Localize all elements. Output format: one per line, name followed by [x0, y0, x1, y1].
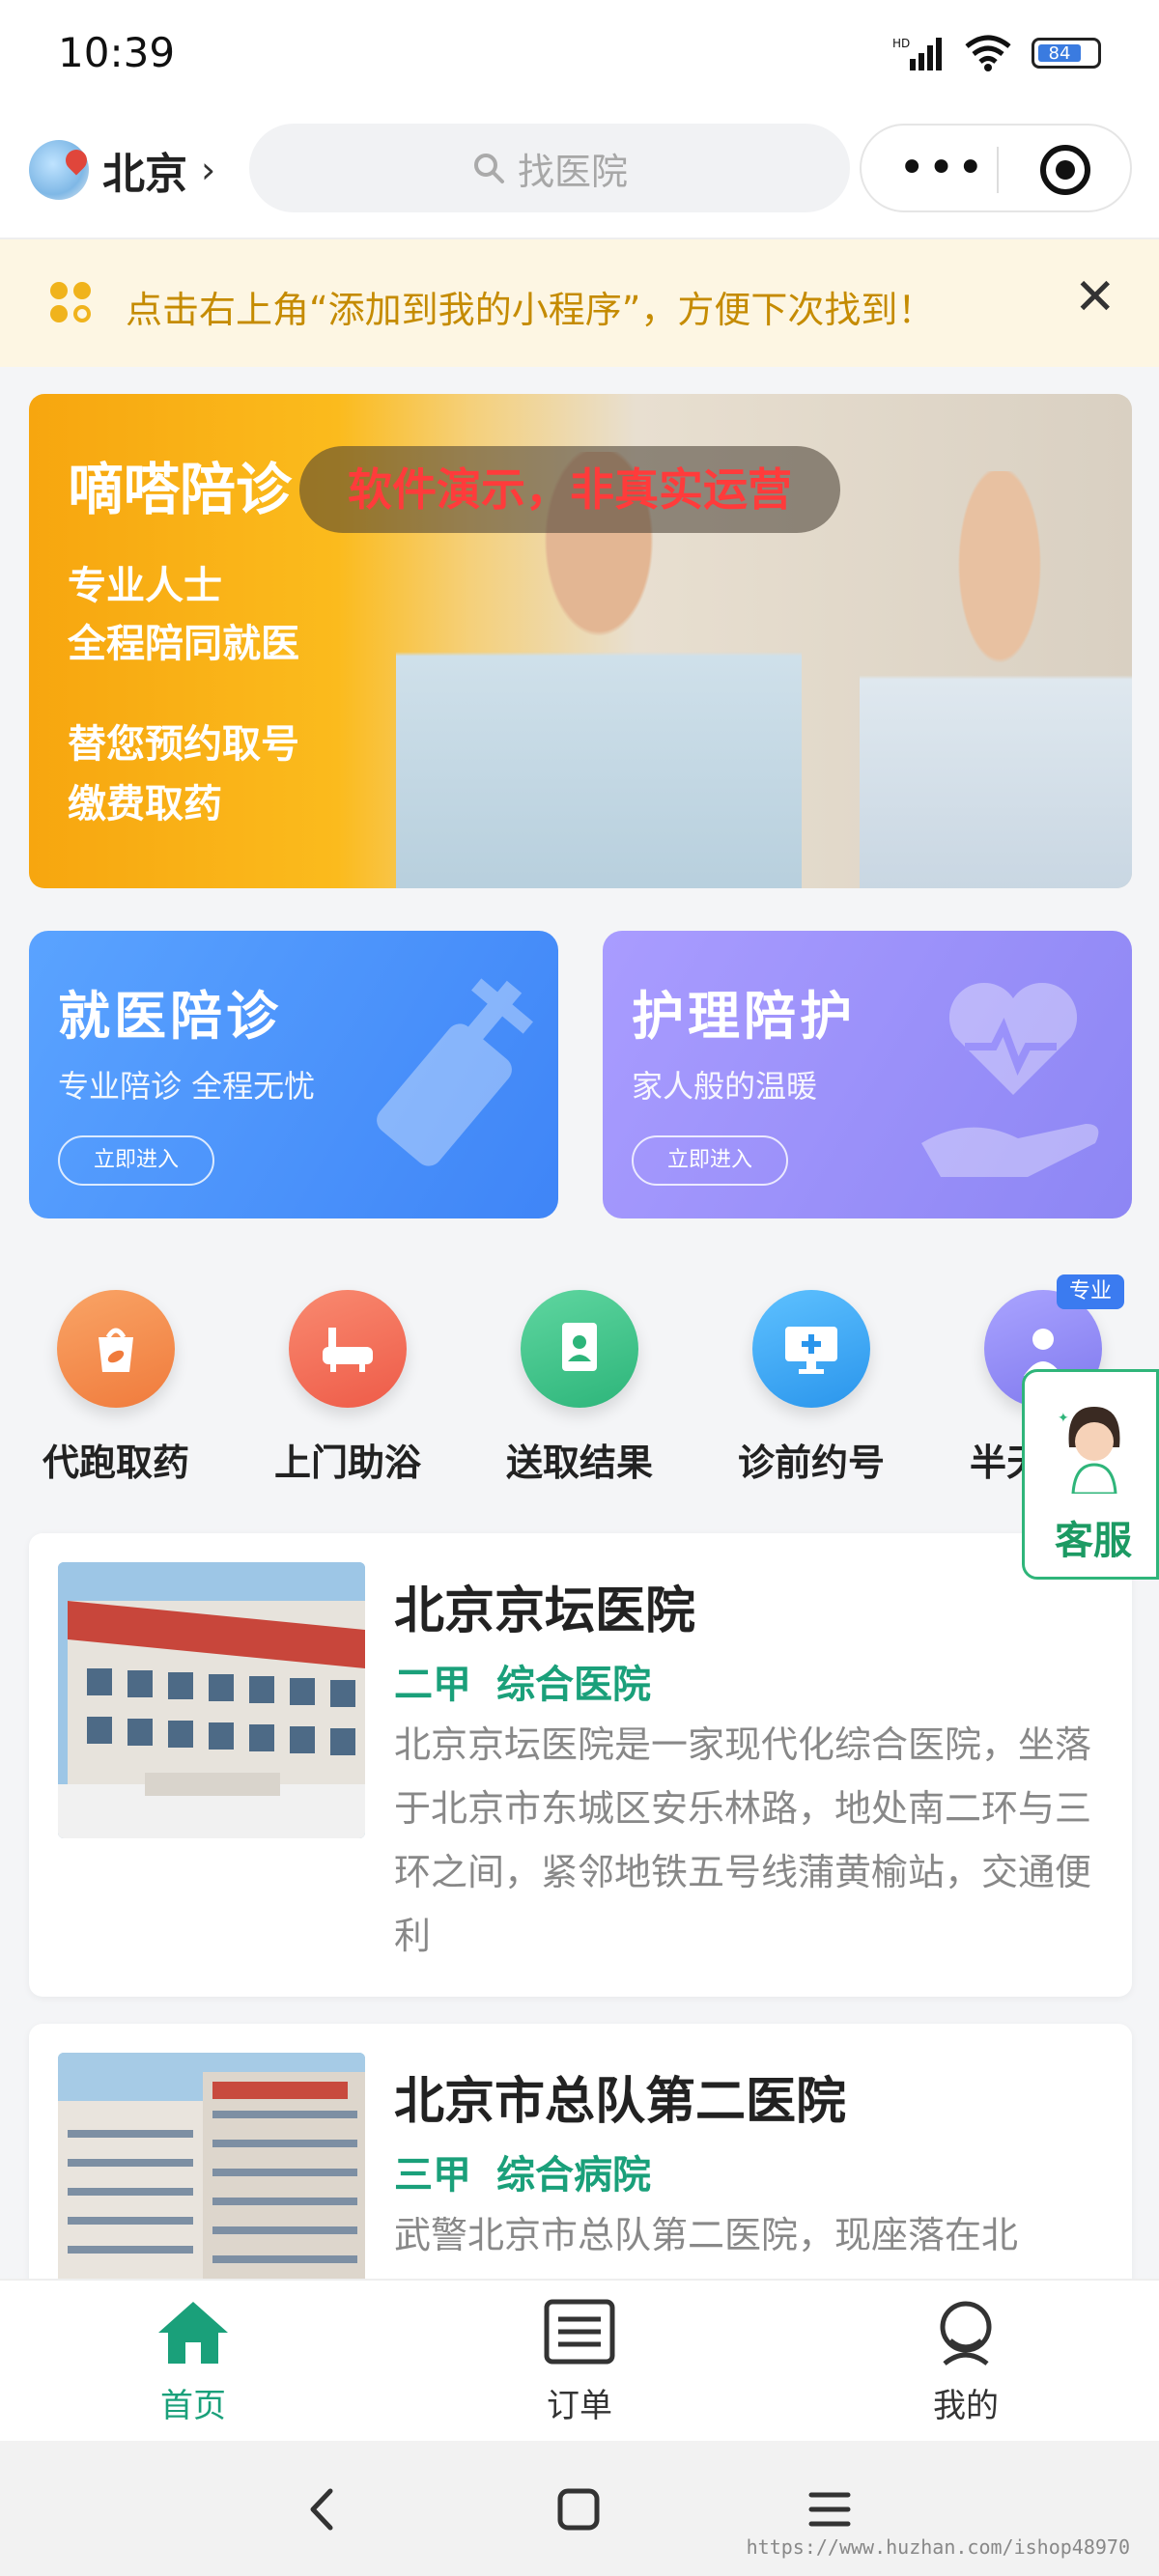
service-title: 护理陪护	[632, 986, 856, 1047]
grid-label: 代跑取药	[42, 1442, 189, 1484]
syringe-icon	[377, 978, 533, 1166]
hospital-name: 北京市总队第二医院	[394, 2073, 847, 2131]
chevron-right-icon: ›	[201, 149, 216, 191]
hospital-card[interactable]: 北京市总队第二医院 三甲 综合病院 武警北京市总队第二医院，现座落在北	[29, 2024, 1132, 2313]
watermark: https://www.huzhan.com/ishop48970	[746, 2535, 1130, 2559]
monitor-icon	[752, 1290, 870, 1408]
grid-item-booking[interactable]: 诊前约号	[715, 1284, 908, 1486]
profile-icon	[940, 2301, 992, 2366]
hospital-level: 二甲	[394, 1663, 471, 1707]
hospital-tags: 三甲 综合病院	[394, 2143, 651, 2199]
order-list-icon	[544, 2299, 615, 2365]
banner-title: 嘀嗒陪诊	[68, 457, 293, 522]
city-selector[interactable]: 北京 ›	[29, 139, 215, 201]
medicine-bag-icon	[57, 1290, 175, 1408]
hospital-photo	[58, 1562, 365, 1838]
signal-icon: HD	[892, 37, 942, 70]
search-placeholder: 找医院	[517, 150, 628, 193]
banner-photo-patient	[860, 471, 1132, 888]
banner-line-3: 替您预约取号	[68, 722, 299, 767]
service-card-nursing[interactable]: 护理陪护 家人般的温暖 立即进入	[603, 931, 1132, 1218]
battery-icon: 84	[1032, 38, 1101, 69]
tab-profile[interactable]: 我的	[869, 2298, 1062, 2426]
hospital-name: 北京京坛医院	[394, 1582, 696, 1640]
close-mini-program-icon[interactable]	[1040, 145, 1090, 195]
hospital-type: 综合医院	[496, 1663, 651, 1707]
hospital-tags: 二甲 综合医院	[394, 1653, 651, 1709]
status-icons: HD 84	[892, 35, 1101, 71]
tab-home[interactable]: 首页	[97, 2298, 290, 2426]
grid-item-bathing[interactable]: 上门助浴	[251, 1284, 444, 1486]
mini-program-capsule: •••	[860, 124, 1132, 212]
tab-bar: 首页 订单 我的	[0, 2279, 1159, 2441]
city-label: 北京	[102, 150, 187, 199]
promo-banner[interactable]: 嘀嗒陪诊 专业人士 全程陪同就医 替您预约取号 缴费取药 软件演示，非真实运营	[29, 394, 1132, 888]
status-bar: 10:39 HD 84	[0, 0, 1159, 116]
heart-hand-icon	[921, 982, 1099, 1177]
tab-label: 订单	[547, 2387, 612, 2425]
demo-overlay-label: 软件演示，非真实运营	[299, 446, 840, 533]
banner-line-2: 全程陪同就医	[68, 622, 299, 666]
add-to-mini-program-tip: 点击右上角“添加到我的小程序”，方便下次找到！ ✕	[0, 239, 1159, 367]
service-subtitle: 专业陪诊 全程无忧	[58, 1068, 316, 1105]
document-icon	[521, 1290, 638, 1408]
service-subtitle: 家人般的温暖	[632, 1068, 818, 1105]
customer-service-avatar-icon: ✦	[1058, 1407, 1120, 1494]
search-icon	[473, 154, 504, 183]
hospital-photo	[58, 2053, 365, 2313]
more-button[interactable]: •••	[898, 141, 986, 195]
grid-label: 上门助浴	[273, 1442, 421, 1484]
home-icon	[158, 2302, 228, 2364]
map-pin-icon	[29, 140, 92, 200]
menu-icon[interactable]	[806, 2485, 854, 2534]
tab-label: 我的	[933, 2387, 999, 2425]
svg-text:HD: HD	[892, 37, 910, 50]
banner-line-1: 专业人士	[68, 564, 222, 608]
tip-icon	[50, 282, 95, 326]
back-icon[interactable]	[299, 2485, 348, 2534]
pro-badge: 专业	[1057, 1274, 1124, 1309]
bathtub-icon	[289, 1290, 407, 1408]
wifi-icon	[965, 35, 1011, 71]
search-input[interactable]: 找医院	[249, 124, 850, 212]
grid-item-results[interactable]: 送取结果	[483, 1284, 676, 1486]
tab-orders[interactable]: 订单	[483, 2298, 676, 2426]
customer-service-button[interactable]: ✦ 客服	[1022, 1369, 1159, 1580]
hospital-type: 综合病院	[496, 2153, 651, 2198]
customer-service-label: 客服	[1055, 1519, 1132, 1563]
hospital-description: 武警北京市总队第二医院，现座落在北	[394, 2214, 1019, 2256]
enter-button[interactable]: 立即进入	[58, 1135, 214, 1186]
system-nav-bar: https://www.huzhan.com/ishop48970	[0, 2441, 1159, 2576]
grid-label: 送取结果	[505, 1442, 653, 1484]
home-square-icon[interactable]	[554, 2485, 603, 2534]
service-title: 就医陪诊	[58, 986, 282, 1047]
capsule-divider	[997, 147, 999, 193]
nav-bar: 北京 › 找医院 •••	[0, 116, 1159, 239]
svg-text:✦: ✦	[1058, 1411, 1069, 1426]
banner-line-4: 缴费取药	[68, 782, 222, 826]
battery-level: 84	[1038, 44, 1081, 64]
hospital-description: 北京京坛医院是一家现代化综合医院，坐落于北京市东城区安乐林路，地处南二环与三环之…	[394, 1723, 1092, 1957]
grid-label: 诊前约号	[737, 1442, 885, 1484]
close-icon[interactable]: ✕	[1074, 268, 1117, 326]
status-time: 10:39	[58, 29, 176, 76]
hospital-card[interactable]: 北京京坛医院 二甲 综合医院 北京京坛医院是一家现代化综合医院，坐落于北京市东城…	[29, 1533, 1132, 1997]
grid-item-medicine[interactable]: 代跑取药	[19, 1284, 212, 1486]
hospital-level: 三甲	[394, 2153, 471, 2198]
enter-button[interactable]: 立即进入	[632, 1135, 788, 1186]
tip-text: 点击右上角“添加到我的小程序”，方便下次找到！	[126, 289, 935, 331]
tab-label: 首页	[160, 2387, 226, 2425]
service-card-escort[interactable]: 就医陪诊 专业陪诊 全程无忧 立即进入	[29, 931, 558, 1218]
